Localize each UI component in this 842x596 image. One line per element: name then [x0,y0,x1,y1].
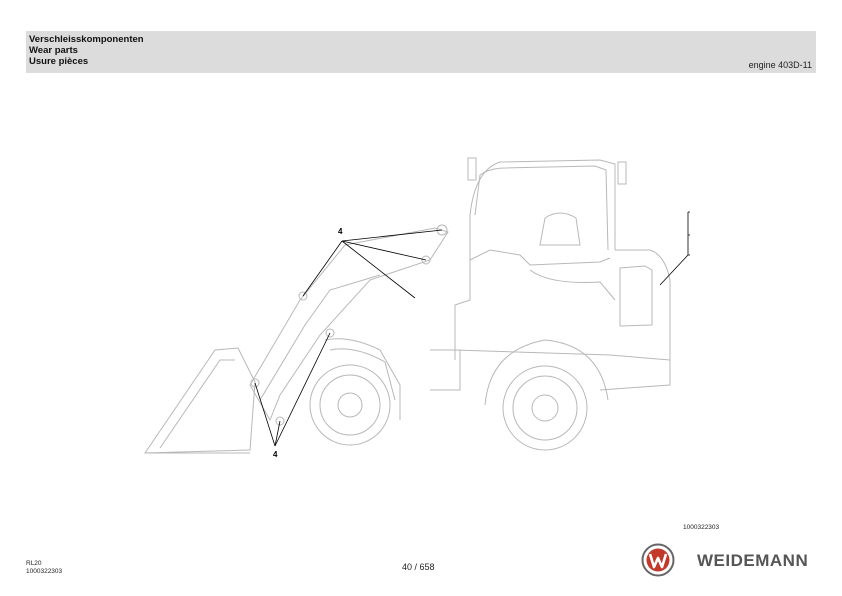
title-english: Wear parts [29,45,78,56]
callout-4-upper: 4 [338,227,343,236]
title-french: Usure pièces [29,56,89,67]
model-name: RL20 [26,560,42,567]
page-number: 40 / 658 [402,562,435,572]
engine-label: engine 403D-11 [748,60,812,70]
doc-number: 1000322303 [26,568,63,575]
title-german: Verschleisskomponenten [29,34,144,45]
drawing-code: 1000322303 [683,524,720,531]
wheel-loader-drawing: 1 2 3 4 4 [144,157,690,459]
callout-4-lower: 4 [273,450,278,459]
weidemann-w-logo-icon [641,543,675,577]
page-header: Verschleisskomponenten Wear parts Usure … [26,31,816,73]
document-meta: RL20 1000322303 [26,560,62,576]
loader-line-art [144,157,671,454]
header-titles: Verschleisskomponenten Wear parts Usure … [29,34,144,67]
brand-name: WEIDEMANN [697,551,809,570]
